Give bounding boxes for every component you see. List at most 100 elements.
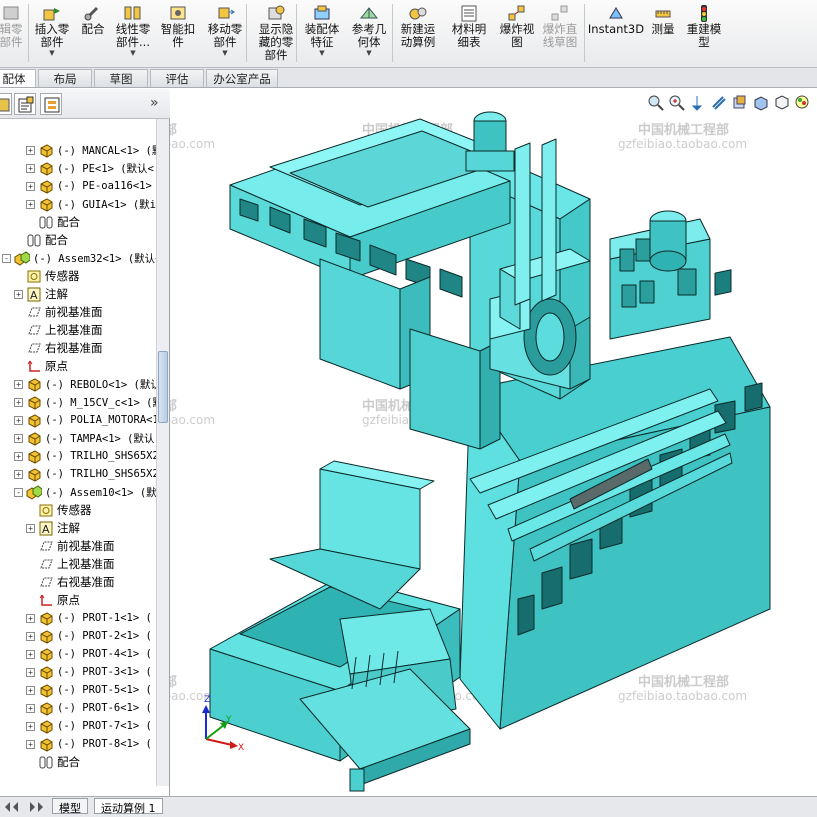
tree-item[interactable]: 配合 [26, 231, 68, 249]
expand-icon[interactable]: + [14, 469, 23, 479]
dropdown-arrow-icon[interactable]: ▼ [49, 49, 54, 57]
collapse-icon[interactable]: - [14, 487, 23, 497]
dropdown-arrow-icon[interactable]: ▼ [222, 49, 227, 57]
tree-item[interactable]: + (-) POLIA_MOTORA<1> [14, 411, 156, 429]
tree-item[interactable]: + (-) TRILHO_SHS65X20 [14, 447, 156, 465]
tree-item[interactable]: + (-) PROT-3<1> ( [26, 663, 152, 681]
tree-item[interactable]: + (-) MANCAL<1> (默认 [26, 141, 156, 159]
tree-item[interactable]: 上视基准面 [38, 555, 115, 573]
expand-icon[interactable]: + [26, 649, 35, 659]
tree-item[interactable]: + (-) M_15CV_c<1> (默 [14, 393, 156, 411]
new-motion-study-button[interactable]: 新建运 动算例 [396, 2, 440, 66]
tab-assembly[interactable]: 配体 [0, 69, 36, 87]
tree-item[interactable]: 前视基准面 [26, 303, 103, 321]
tree-item[interactable]: + (-) PROT-4<1> ( [26, 645, 152, 663]
show-hidden-components-button[interactable]: 显示隐 藏的零 部件 [252, 2, 300, 66]
expand-icon[interactable]: + [14, 379, 23, 389]
tab-office-products[interactable]: 办公室产品 [206, 69, 278, 87]
tree-item[interactable]: + (-) TRILHO_SHS65X20 [14, 465, 156, 483]
tree-item[interactable]: 前视基准面 [38, 537, 115, 555]
edit-component-button[interactable]: 辑零 部件 [0, 2, 23, 66]
reference-geometry-button[interactable]: 参考几 何体 ▼ [348, 2, 390, 66]
measure-button[interactable]: 测量 [648, 2, 678, 66]
dropdown-arrow-icon[interactable]: ▼ [130, 49, 135, 57]
tree-item[interactable]: + (-) PE<1> (默认< [26, 159, 154, 177]
tree-item[interactable]: 右视基准面 [26, 339, 103, 357]
tree-item[interactable]: + (-) PROT-8<1> ( [26, 735, 152, 753]
expand-icon[interactable]: + [26, 163, 35, 173]
expand-icon[interactable]: + [26, 667, 35, 677]
tree-item[interactable]: + (-) GUIA<1> (默i [26, 195, 156, 213]
dropdown-arrow-icon[interactable]: ▼ [366, 49, 371, 57]
expand-icon[interactable]: + [14, 289, 23, 299]
tree-item[interactable]: 原点 [38, 591, 80, 609]
panel-collapse-icon[interactable]: » [150, 95, 159, 111]
rebuild-button[interactable]: 重建模型 [684, 2, 724, 66]
tree-item[interactable]: + (-) PROT-2<1> ( [26, 627, 152, 645]
tree-item[interactable]: + A 注解 [26, 519, 80, 537]
tree-item[interactable]: + (-) TAMPA<1> (默认- [14, 429, 156, 447]
command-manager-tabs: 配体 布局 草图 评估 办公室产品 [0, 68, 817, 88]
expand-icon[interactable]: + [14, 451, 23, 461]
gantry-machine-model[interactable] [170, 89, 817, 796]
graphics-area[interactable]: 中国机械工程部 gzfeibiao.taobao.com 中国机械工程部 gzf… [170, 89, 817, 796]
expand-icon[interactable]: + [26, 181, 35, 191]
expand-icon[interactable]: + [26, 523, 35, 533]
expand-icon[interactable]: + [26, 685, 35, 695]
tab-motion-study[interactable]: 运动算例 1 [94, 798, 163, 815]
tree-item[interactable]: 传感器 [26, 267, 80, 285]
tab-sketch[interactable]: 草图 [94, 69, 148, 87]
tree-item[interactable]: + (-) REBOLO<1> (默认 [14, 375, 156, 393]
tree-item[interactable]: + (-) PE-oa116<1> [26, 177, 152, 195]
expand-icon[interactable]: + [26, 613, 35, 623]
edit-component-icon [3, 6, 19, 20]
collapse-icon[interactable]: - [2, 253, 11, 263]
move-component-button[interactable]: 移动零 部件 ▼ [204, 2, 246, 66]
assembly-features-button[interactable]: 装配体 特征 ▼ [302, 2, 342, 66]
part-icon [40, 179, 53, 194]
tree-item[interactable]: + (-) PROT-1<1> ( [26, 609, 152, 627]
expand-icon[interactable]: + [26, 739, 35, 749]
bill-of-materials-button[interactable]: 材料明 细表 [450, 2, 488, 66]
rebuild-icon [701, 5, 707, 22]
tree-item[interactable]: 上视基准面 [26, 321, 103, 339]
linear-component-pattern-button[interactable]: 线性零 部件... ▼ [112, 2, 154, 66]
tree-item[interactable]: + (-) PROT-5<1> ( [26, 681, 152, 699]
smart-fasteners-button[interactable]: 智能扣件 [160, 2, 196, 66]
mate-button[interactable]: 配合 [78, 2, 108, 66]
tree-item[interactable]: - (-) Assem32<1> (默认<< [2, 249, 156, 267]
tree-item[interactable]: 配合 [38, 213, 80, 231]
tree-item-label: (-) MANCAL<1> (默认 [57, 144, 156, 157]
tree-item[interactable]: 右视基准面 [38, 573, 115, 591]
tree-item[interactable]: 配合 [38, 753, 80, 771]
tree-item[interactable]: 原点 [26, 357, 68, 375]
tree-item[interactable]: 传感器 [38, 501, 92, 519]
insert-components-button[interactable]: 插入零 部件 ▼ [32, 2, 72, 66]
tree-item[interactable]: + (-) PROT-7<1> ( [26, 717, 152, 735]
expand-icon[interactable]: + [26, 199, 35, 209]
scrollbar-thumb[interactable] [158, 351, 168, 423]
expand-icon[interactable]: + [26, 631, 35, 641]
expand-icon[interactable]: + [14, 433, 23, 443]
explode-line-sketch-button[interactable]: 爆炸直 线草图 [540, 2, 580, 66]
instant3d-button[interactable]: Instant3D [588, 2, 644, 66]
expand-icon[interactable]: + [14, 415, 23, 425]
expand-icon[interactable]: + [26, 145, 35, 155]
feature-tree-tab[interactable] [0, 93, 12, 115]
expand-icon[interactable]: + [26, 721, 35, 731]
tree-vertical-scrollbar[interactable] [156, 119, 169, 786]
tree-item[interactable]: + A 注解 [14, 285, 68, 303]
tab-layout[interactable]: 布局 [38, 69, 92, 87]
dropdown-arrow-icon[interactable]: ▼ [319, 49, 324, 57]
expand-icon[interactable]: + [14, 397, 23, 407]
tree-item[interactable]: + (-) PROT-6<1> ( [26, 699, 152, 717]
expand-icon[interactable]: + [26, 703, 35, 713]
configuration-manager-tab[interactable] [40, 93, 62, 115]
tab-evaluate[interactable]: 评估 [150, 69, 204, 87]
property-manager-tab[interactable] [14, 93, 36, 115]
tree-item-label: (-) PE<1> (默认< [57, 162, 154, 175]
exploded-view-button[interactable]: 爆炸视图 [500, 2, 534, 66]
tab-model[interactable]: 模型 [52, 798, 88, 815]
tree-item[interactable]: - (-) Assem10<1> (默i [14, 483, 156, 501]
tab-scroll-arrows-icon[interactable] [4, 800, 44, 814]
